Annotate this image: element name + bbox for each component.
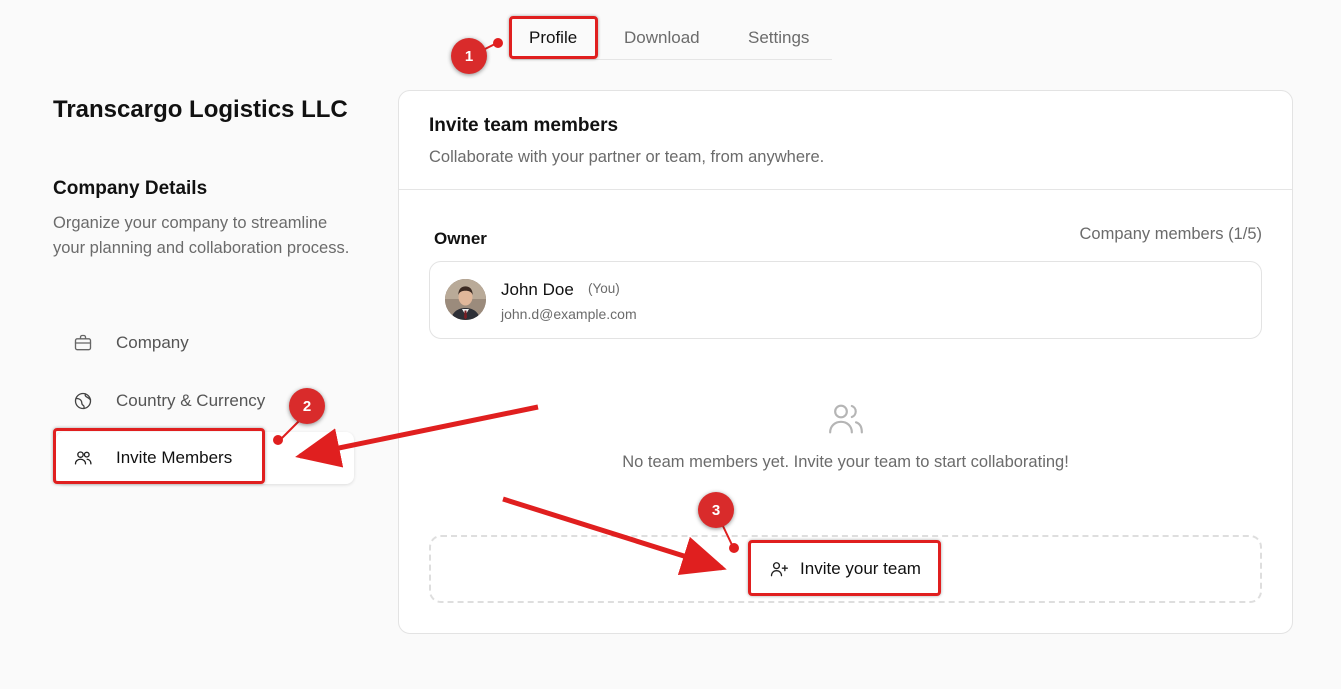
tab-download[interactable]: Download [624,18,700,58]
empty-state-text: No team members yet. Invite your team to… [622,453,1069,471]
sidebar-item-invite-members[interactable]: Invite Members [56,432,354,484]
invite-team-button[interactable]: Invite your team [750,542,940,596]
briefcase-icon [73,333,93,353]
members-count: Company members (1/5) [1079,225,1262,243]
sidebar-item-label: Country & Currency [116,391,266,410]
invite-card: Invite team members Collaborate with you… [398,90,1293,634]
step-badge-1: 1 [451,38,487,74]
users-icon [73,448,93,468]
sidebar-item-label: Invite Members [116,448,233,467]
company-name: Transcargo Logistics LLC [53,96,348,123]
avatar [445,279,486,320]
card-subtitle: Collaborate with your partner or team, f… [429,148,825,166]
section-description: Organize your company to streamline your… [53,214,350,257]
user-plus-icon [769,559,789,579]
tab-settings[interactable]: Settings [748,18,809,58]
step-badge-3: 3 [698,492,734,528]
tab-profile[interactable]: Profile [529,18,577,58]
divider [399,189,1292,190]
invite-team-label: Invite your team [800,559,921,578]
step-badge-2: 2 [289,388,325,424]
owner-row: John Doe (You) john.d@example.com [429,261,1262,339]
owner-you-tag: (You) [588,281,620,296]
owner-label: Owner [434,229,487,248]
users-empty-icon [826,399,866,439]
top-tabs: Profile Download Settings [512,18,832,60]
owner-email: john.d@example.com [501,306,637,322]
globe-icon [73,391,93,411]
card-title: Invite team members [429,115,619,136]
sidebar-item-company[interactable]: Company [56,317,354,369]
sidebar-item-label: Company [116,333,189,352]
owner-name: John Doe [501,280,574,299]
section-title: Company Details [53,178,208,199]
